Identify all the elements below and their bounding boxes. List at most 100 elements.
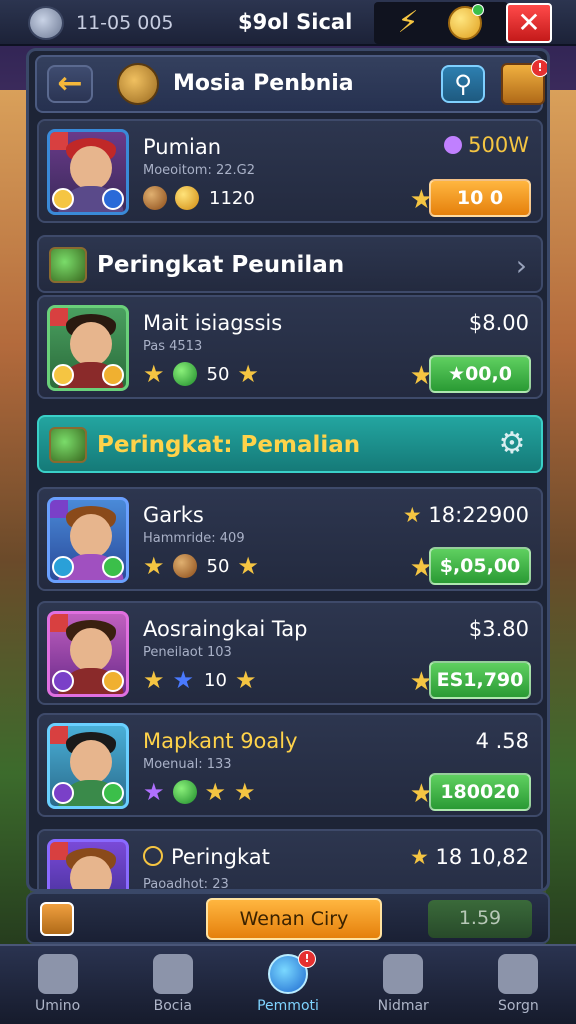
star-icon: ★ — [143, 360, 165, 388]
close-button[interactable]: ✕ — [506, 3, 552, 43]
chest-button[interactable]: ! — [501, 59, 547, 105]
chest-icon — [49, 427, 87, 463]
player-card[interactable]: Aosraingkai Tap Peneilaot 103 ★ ★ 10 ★ $… — [37, 601, 543, 705]
star-icon: ★ — [143, 666, 165, 694]
coin-badge-icon — [102, 670, 124, 692]
search-button[interactable]: ⚲ — [441, 65, 485, 103]
player-subtitle: Peneilaot 103 — [143, 645, 232, 660]
star-icon: ★ — [204, 778, 227, 806]
avatar-face — [70, 514, 112, 558]
star-icon: ★ — [237, 360, 259, 388]
gem-icon — [172, 362, 197, 386]
runner-badge-icon — [102, 782, 124, 804]
compass-icon — [143, 846, 163, 866]
nav-item-events[interactable]: Nidmar — [346, 946, 461, 1024]
resource-row: ★ ★ 10 ★ — [143, 667, 256, 693]
avatar-face — [70, 322, 112, 366]
star-badge-icon — [52, 364, 74, 386]
avatar — [47, 611, 129, 697]
back-button[interactable]: ← — [47, 65, 93, 103]
buy-button[interactable]: $,05,00 — [429, 547, 531, 585]
chest-icon — [172, 554, 197, 578]
buy-button[interactable]: 180020 — [429, 773, 531, 811]
player-price: 18 10,82 — [410, 845, 529, 869]
avatar — [47, 723, 129, 809]
avatar — [47, 497, 129, 583]
main-panel: ← Mosia Penbnia ⚲ ! Pumian Moeoitom: 22.… — [26, 48, 550, 892]
star-icon: ★ — [143, 552, 165, 580]
avatar-face — [70, 146, 112, 190]
gear-icon[interactable]: ⚙ — [495, 427, 529, 461]
star-badge-icon — [52, 188, 74, 210]
chest-badge: ! — [531, 59, 547, 77]
star-badge-icon — [52, 782, 74, 804]
nav-label: Sorgn — [498, 998, 539, 1014]
lightning-icon[interactable]: ⚡ — [390, 5, 426, 41]
swords-badge-icon — [52, 670, 74, 692]
coin-notification-dot — [472, 4, 484, 16]
player-name: Peringkat — [143, 845, 270, 869]
top-bar: 11-05 005 $9ol Sical ⚡ ✕ — [0, 0, 576, 46]
nav-label: Umino — [34, 998, 81, 1014]
player-subtitle: Moeoitom: 22.G2 — [143, 163, 255, 178]
nav-label: Nidmar — [377, 998, 429, 1014]
star-icon: ★ — [234, 778, 256, 806]
primary-action-button[interactable]: Wenan Ciry — [206, 898, 382, 940]
player-price: 500W — [444, 133, 529, 157]
chevron-right-icon[interactable]: › — [516, 249, 527, 282]
star-badge-icon — [52, 556, 74, 578]
globe-icon[interactable] — [28, 6, 64, 40]
player-card[interactable]: Mapkant 9oaly Moenual: 133 ★ ★ ★ 4 .58 ★… — [37, 713, 543, 817]
secondary-action-button[interactable]: 1.59 — [428, 900, 532, 938]
coin-icon[interactable] — [448, 4, 484, 40]
events-icon — [383, 954, 424, 994]
nav-item-social[interactable]: Bocia — [115, 946, 230, 1024]
social-icon — [152, 954, 193, 994]
nav-item-ranking[interactable]: ! Pemmoti — [230, 946, 345, 1024]
emblem-icon — [117, 63, 159, 105]
page-title: Mosia Penbnia — [173, 71, 354, 96]
player-price: $8.00 — [468, 311, 529, 335]
player-name: Mait isiagssis — [143, 311, 283, 335]
avatar-face — [70, 628, 112, 672]
player-price: $3.80 — [468, 617, 529, 641]
blue-star-icon: ★ — [172, 666, 195, 694]
purple-star-icon: ★ — [143, 778, 165, 806]
top-title: $9ol Sical — [238, 10, 353, 34]
nav-item-home[interactable]: Umino — [0, 946, 115, 1024]
player-card[interactable]: Garks Hammride: 409 ★ 50 ★ 18:22900 ★ $,… — [37, 487, 543, 591]
home-icon — [37, 954, 78, 994]
bottom-nav: Umino Bocia ! Pemmoti Nidmar Sorgn — [0, 944, 576, 1024]
avatar — [47, 305, 129, 391]
price-value: 500W — [468, 133, 529, 157]
player-subtitle: Paoadhot: 23 — [143, 877, 229, 892]
boost-icon[interactable] — [40, 902, 74, 936]
section-header[interactable]: Peringkat Peunilan › — [37, 235, 543, 293]
player-price: 18:22900 — [403, 503, 529, 527]
nav-badge: ! — [298, 950, 316, 968]
shield-badge-icon — [102, 188, 124, 210]
chest-icon — [49, 247, 87, 283]
resource-row: 1120 — [143, 185, 255, 211]
player-subtitle: Hammride: 409 — [143, 531, 245, 546]
player-subtitle: Moenual: 133 — [143, 757, 232, 772]
player-card[interactable]: Mait isiagssis Pas 4513 ★ 50 ★ $8.00 ★ ★… — [37, 295, 543, 399]
section-title: Peringkat: Pemalian — [97, 432, 361, 458]
player-subtitle: Pas 4513 — [143, 339, 203, 354]
buy-button[interactable]: ES1,790 — [429, 661, 531, 699]
player-card[interactable]: Peringkat Paoadhot: 23 18 10,82 — [37, 829, 543, 892]
top-date: 11-05 005 — [76, 12, 174, 34]
scenery-right — [546, 90, 576, 944]
runner-badge-icon — [102, 556, 124, 578]
section-header[interactable]: Peringkat: Pemalian ⚙ — [37, 415, 543, 473]
resource-count: 50 — [206, 555, 230, 577]
star-icon: ★ — [237, 552, 259, 580]
player-card[interactable]: Pumian Moeoitom: 22.G2 1120 500W ★ 10 0 — [37, 119, 543, 223]
player-name-text: Peringkat — [171, 845, 270, 869]
claim-button[interactable]: 10 0 — [429, 179, 531, 217]
nav-item-search[interactable]: Sorgn — [461, 946, 576, 1024]
avatar-face — [70, 856, 112, 889]
star-icon: ★ — [234, 666, 257, 694]
resource-count: 10 — [204, 669, 227, 691]
buy-button[interactable]: ★00,0 — [429, 355, 531, 393]
